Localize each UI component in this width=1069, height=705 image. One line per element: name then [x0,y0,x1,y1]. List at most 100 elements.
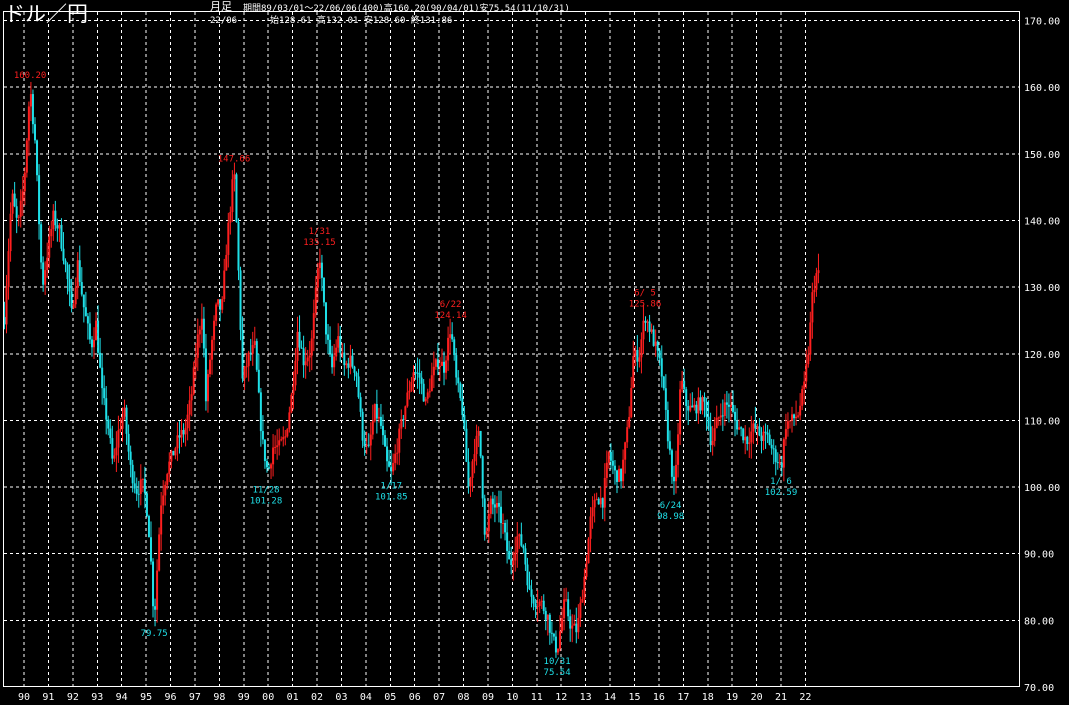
candle-body [200,318,203,330]
candle-body [135,488,138,494]
candle-body [548,614,551,633]
candle-body [628,416,631,428]
candle-body [723,402,726,416]
candle-body [727,404,730,407]
annotation-low-label: 75.54 [544,668,571,678]
x-tick-label: 22 [799,692,811,703]
candle-body [324,302,327,335]
x-tick-label: 09 [482,692,494,703]
candle-body [337,336,340,348]
candle-body [729,404,732,407]
candle-body [145,493,148,517]
candle-body [768,434,771,445]
candle-body [554,636,557,653]
candle-body [758,426,761,436]
candle-body [178,435,181,438]
x-tick-label: 03 [335,692,347,703]
candle-body [229,212,232,223]
candle-body [422,383,425,402]
candle-body [817,270,820,274]
candle-body [473,454,476,462]
candle-body [634,349,637,357]
candle-body [160,505,163,535]
candle-body [58,224,61,229]
candle-body [491,498,494,505]
candle-body [583,576,586,599]
x-tick-label: 90 [18,692,30,703]
candle-body [615,470,618,482]
candle-body [278,440,281,446]
candle-body [219,299,222,310]
candle-body [27,106,30,141]
candle-body [384,435,387,447]
candle-body [646,321,649,323]
x-tick-label: 97 [189,692,201,703]
candle-body [343,352,346,366]
candle-body [672,476,675,482]
annotation-low-label: 1/17 [380,482,402,492]
candle-body [510,559,513,566]
candle-body [121,416,124,429]
candle-body [613,465,616,471]
candle-body [791,414,794,421]
annotation-low-label: 11/28 [252,486,279,496]
candle-body [601,498,604,508]
annotation-labels: 160.20 147.66 1/31135.15 6/22124.14 6/ 5125.… [14,71,797,678]
candle-body [272,447,275,465]
candle-body [68,279,71,292]
candle-body [475,435,478,455]
candle-body [40,224,43,263]
candle-body [493,504,496,508]
candle-body [534,603,537,608]
candle-body [302,348,305,366]
candle-body [88,323,91,340]
candle-body [182,429,185,435]
candle-body [461,398,464,416]
y-tick-label: 90.00 [1024,550,1054,561]
x-tick-label: 94 [116,692,128,703]
candle-body [497,502,500,507]
candle-body [280,439,283,441]
candle-body [807,354,810,365]
candle-body [544,610,547,620]
candle-body [204,348,207,402]
candle-body [603,477,606,508]
candle-body [630,387,633,417]
candle-body [477,430,480,436]
candle-body [683,380,686,390]
candle-body [251,345,254,354]
candle-body [243,366,246,379]
candle-body [341,352,344,354]
x-tick-label: 13 [580,692,592,703]
annotation-low-label: 101.28 [250,497,283,507]
candle-body [512,560,515,566]
candle-body [101,367,104,389]
candle-body [190,394,193,401]
candle-body [206,374,209,402]
candle-body [284,436,287,438]
candle-body [25,140,28,173]
candle-body [709,426,712,446]
candle-body [699,397,702,411]
candle-body [316,268,319,288]
candle-body [455,355,458,378]
candle-body [363,440,366,447]
candle-body [33,124,36,141]
annotation-high-label: 147.66 [218,154,251,164]
candle-body [127,433,130,452]
candle-body [485,531,488,535]
candle-body [626,427,629,443]
candle-body [119,428,122,431]
candle-body [392,462,395,472]
candle-body [801,388,804,406]
annotation-high-label: 6/ 5 [634,289,656,299]
candle-body [253,341,256,346]
candle-body [331,353,334,368]
candle-body [522,545,525,549]
candle-series [3,81,820,658]
candle-body [410,381,413,391]
candle-body [607,451,610,463]
candle-body [463,415,466,429]
candle-body [152,561,155,607]
y-tick-label: 130.00 [1024,283,1060,294]
